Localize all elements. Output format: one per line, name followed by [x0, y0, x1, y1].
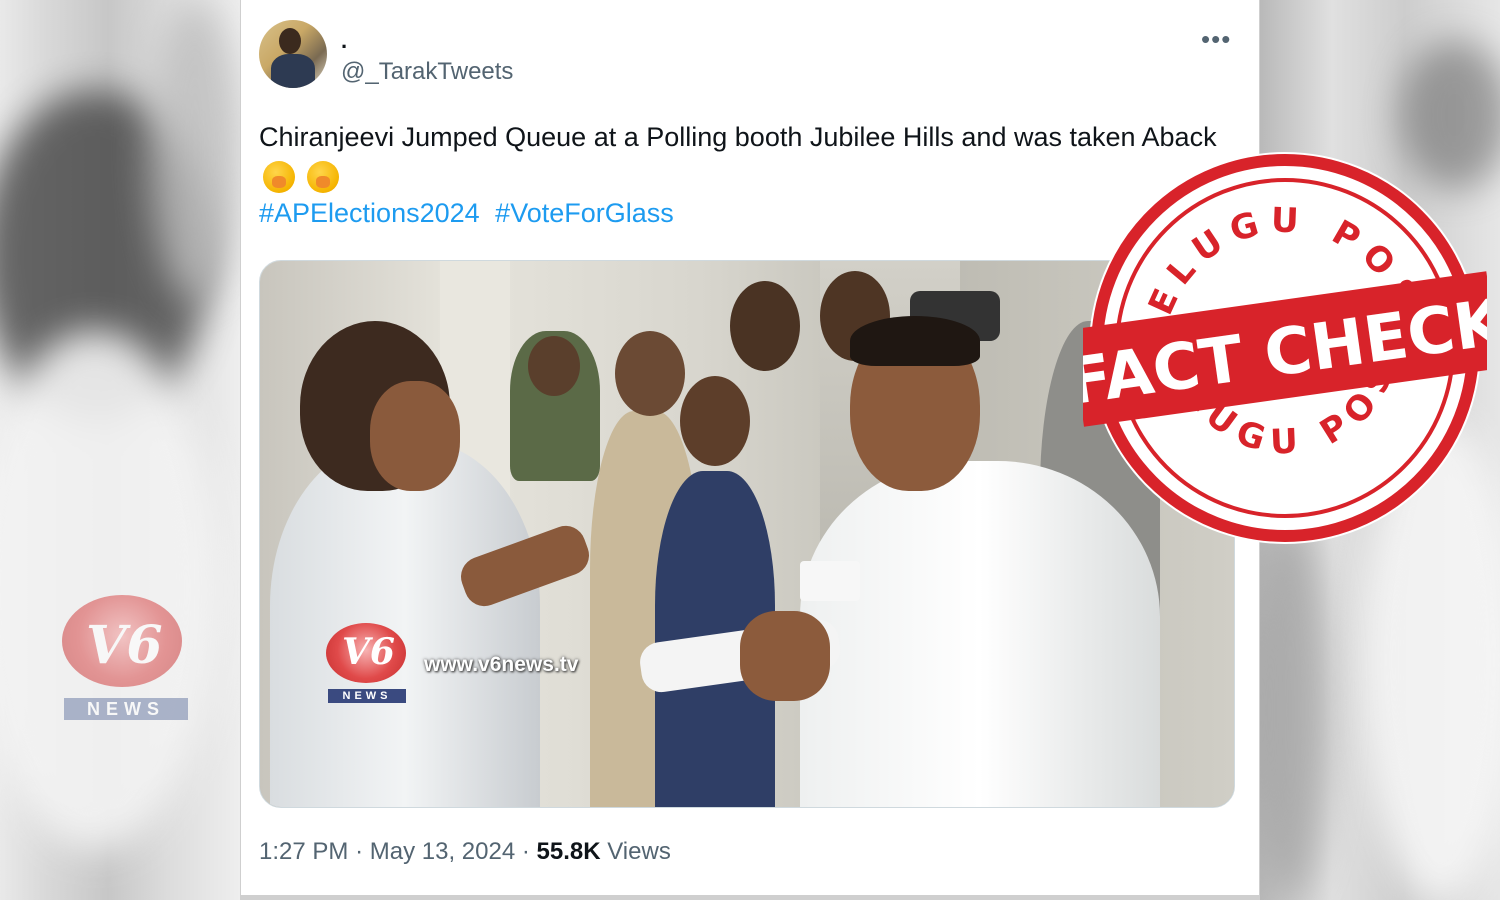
hashtag-link[interactable]: #VoteForGlass [495, 198, 674, 228]
meta-separator: · [355, 838, 364, 865]
views-count: 55.8K [536, 838, 601, 865]
more-options-icon[interactable]: ••• [1201, 24, 1231, 55]
avatar[interactable] [259, 20, 327, 88]
tweet-date[interactable]: May 13, 2024 [370, 838, 515, 865]
hashtag-link[interactable]: #APElections2024 [259, 198, 480, 228]
tweet-time[interactable]: 1:27 PM [259, 838, 348, 865]
tweet-body: Chiranjeevi Jumped Queue at a Polling bo… [259, 122, 1217, 152]
hand-over-mouth-emoji-icon [263, 161, 295, 193]
fact-check-stamp: TELUGU POST TELUGU POST FACT CHECK [1063, 121, 1500, 552]
meta-separator: · [521, 838, 530, 865]
watermark-url: www.v6news.tv [424, 653, 579, 676]
display-name[interactable]: . [341, 28, 347, 54]
tweet-meta: 1:27 PM · May 13, 2024 · 55.8K Views [259, 838, 671, 866]
background-left-blur: V6 NEWS [0, 0, 240, 900]
user-handle[interactable]: @_TarakTweets [341, 58, 513, 86]
hand-over-mouth-emoji-icon [306, 161, 339, 193]
views-label: Views [607, 838, 671, 865]
v6-news-logo: V6 NEWS [324, 623, 408, 705]
hashtags: #APElections2024 #VoteForGlass [259, 198, 682, 229]
v6-logo-ghost: V6 NEWS [58, 595, 188, 720]
